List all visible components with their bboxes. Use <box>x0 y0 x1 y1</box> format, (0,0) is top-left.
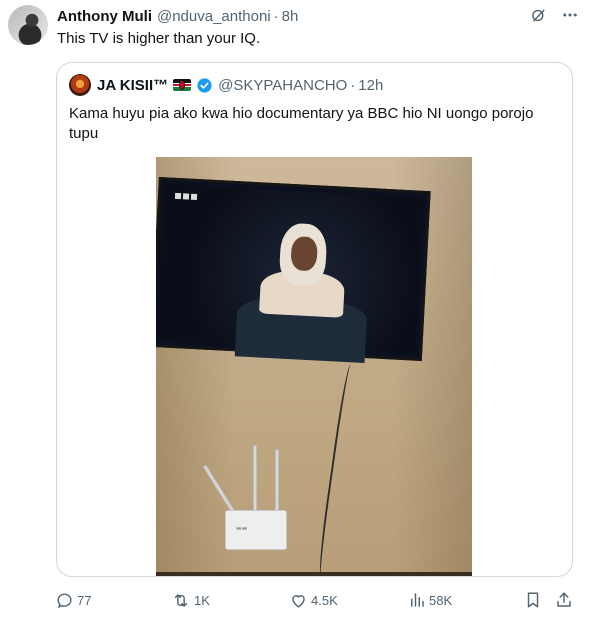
quoted-header: JA KISII™ @SKYPAHANCHO · 12h <box>69 74 383 96</box>
author-handle[interactable]: @nduva_anthoni <box>157 8 271 25</box>
like-icon <box>289 591 308 610</box>
router-brand-mark: ▬▬ <box>236 525 248 532</box>
separator: · <box>273 7 279 25</box>
more-icon[interactable] <box>561 6 579 24</box>
bookmark-button[interactable] <box>524 589 542 611</box>
share-button[interactable] <box>555 589 573 611</box>
reply-icon <box>55 591 74 610</box>
views-button[interactable]: 58K <box>408 589 452 611</box>
post-header: Anthony Muli @nduva_anthoni · 8h <box>57 6 298 26</box>
quoted-post-time[interactable]: 12h <box>358 77 383 94</box>
quoted-author-avatar[interactable] <box>69 74 91 96</box>
repost-button[interactable]: 1K <box>171 589 210 611</box>
post-text: This TV is higher than your IQ. <box>57 30 261 47</box>
author-name[interactable]: Anthony Muli <box>57 8 152 25</box>
bbc-logo-icon <box>174 192 198 201</box>
repost-icon <box>171 591 191 610</box>
post-photo[interactable]: ▬▬ <box>156 157 472 576</box>
reply-count: 77 <box>77 592 92 608</box>
post-time[interactable]: 8h <box>282 8 299 25</box>
router-antenna <box>253 445 257 513</box>
views-icon <box>408 591 426 609</box>
bookmark-icon <box>524 591 542 609</box>
quoted-author-handle[interactable]: @SKYPAHANCHO <box>218 77 347 94</box>
share-icon <box>555 591 573 609</box>
tv-image <box>156 177 431 364</box>
quoted-author-name[interactable]: JA KISII™ <box>97 77 168 94</box>
separator: · <box>350 76 356 94</box>
action-bar: 77 1K 4.5K 58K <box>0 589 599 611</box>
quoted-post[interactable]: JA KISII™ @SKYPAHANCHO · 12h Kama huyu p… <box>56 62 573 577</box>
router-image: ▬▬ <box>225 510 287 550</box>
author-avatar[interactable] <box>8 5 48 45</box>
verified-badge-icon <box>196 77 213 94</box>
quoted-post-text: Kama huyu pia ako kwa hio documentary ya… <box>69 105 534 142</box>
top-actions <box>529 6 579 24</box>
views-count: 58K <box>429 592 453 608</box>
post[interactable]: Anthony Muli @nduva_anthoni · 8h This TV… <box>0 0 599 619</box>
tv-screen <box>157 184 424 364</box>
reply-button[interactable]: 77 <box>55 589 91 611</box>
router-antenna <box>275 449 279 513</box>
repost-count: 1K <box>194 592 210 608</box>
like-count: 4.5K <box>311 592 338 608</box>
kenya-flag-icon <box>173 79 192 91</box>
floor-strip <box>156 572 472 576</box>
grok-icon[interactable] <box>529 6 547 24</box>
like-button[interactable]: 4.5K <box>289 589 338 611</box>
